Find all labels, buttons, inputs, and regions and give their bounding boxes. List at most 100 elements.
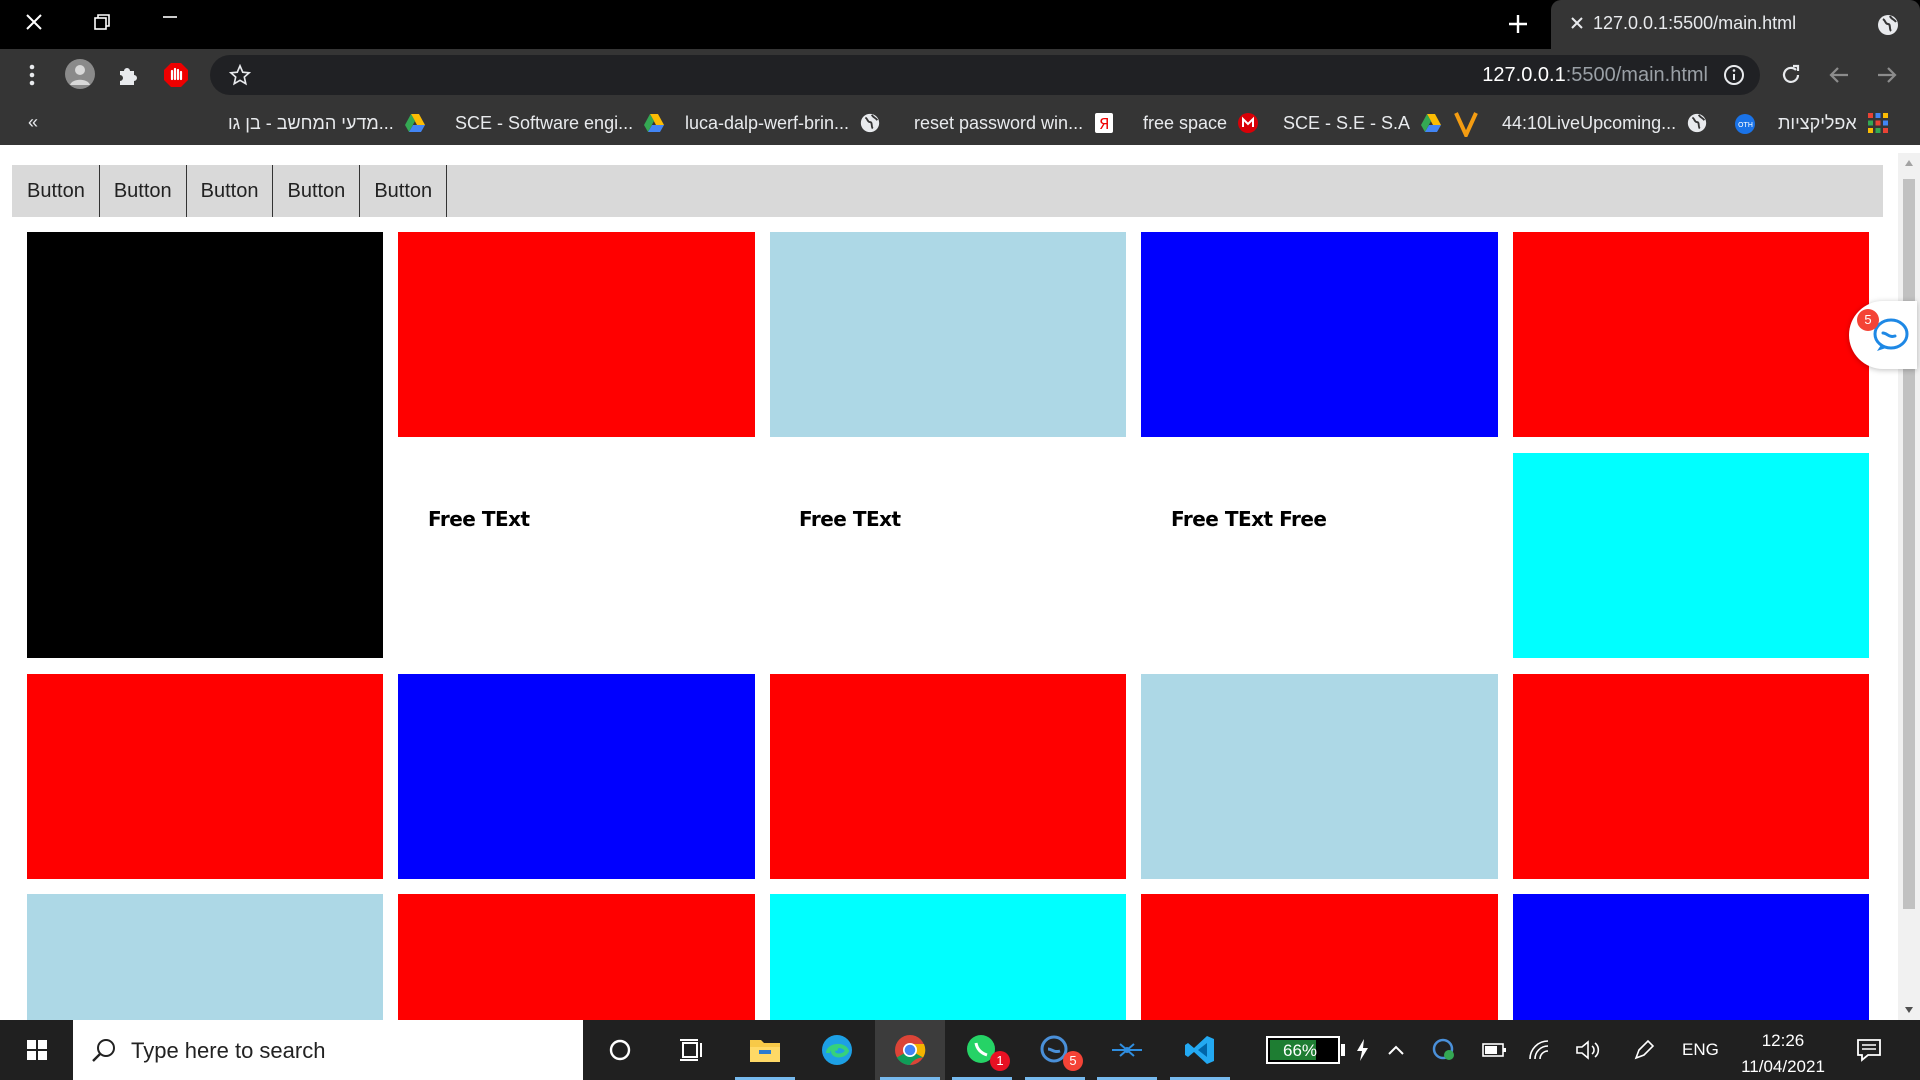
bookmark-label: SCE - S.E - S.A <box>1283 112 1411 133</box>
action-center-button[interactable] <box>1856 1020 1882 1080</box>
profile-avatar-button[interactable] <box>64 58 96 90</box>
kebab-menu-icon <box>29 64 35 86</box>
active-tab[interactable]: 127.0.0.1:5500/main.html <box>1551 0 1920 49</box>
new-tab-button[interactable] <box>1503 9 1533 39</box>
start-button[interactable] <box>2 1020 72 1080</box>
oth-extension-icon[interactable]: OTH <box>1734 113 1756 135</box>
scrollbar-thumb[interactable] <box>1903 179 1915 909</box>
grid-tile <box>27 674 383 879</box>
arrow-right-icon <box>1878 67 1897 83</box>
bookmark-item-sce-sa[interactable]: SCE - S.E - S.A <box>1283 112 1442 134</box>
clock-date: 11/04/2021 <box>1741 1057 1825 1076</box>
windows-taskbar: Type here to search 1 5 66% ENG 12:26 11… <box>0 1020 1920 1080</box>
bookmark-label: אפליקציות <box>1778 112 1857 133</box>
bookmark-label: מדעי המחשב - בן גו... <box>228 112 394 133</box>
grid-tile <box>1513 674 1869 879</box>
back-button[interactable] <box>1823 59 1855 91</box>
power-tray-button[interactable] <box>1481 1020 1507 1080</box>
bookmark-item-luca[interactable]: luca-dalp-werf-brin... <box>685 112 881 134</box>
adblock-extension-button[interactable] <box>160 59 192 91</box>
task-view-button[interactable] <box>657 1020 727 1080</box>
bookmark-item-apps[interactable]: אפליקציות <box>1778 112 1889 134</box>
grid-tile <box>398 894 755 1020</box>
restore-window-button[interactable] <box>68 0 136 44</box>
wifi-tray-button[interactable] <box>1528 1020 1554 1080</box>
reload-icon <box>1782 64 1800 83</box>
grid-tile <box>770 232 1126 437</box>
taskbar-whatsapp[interactable]: 1 <box>947 1020 1017 1080</box>
taskbar-search-box[interactable]: Type here to search <box>73 1020 583 1080</box>
chat-widget-button[interactable]: 5 <box>1849 301 1917 369</box>
scroll-down-arrow-icon[interactable] <box>1904 1006 1914 1014</box>
bookmark-label: SCE - Software engi... <box>455 112 634 133</box>
page-scrollbar[interactable] <box>1898 153 1920 1020</box>
windows-logo-icon <box>27 1040 47 1060</box>
bookmark-item-cs-bgu[interactable]: מדעי המחשב - בן גו... <box>228 112 426 134</box>
close-icon <box>26 14 42 30</box>
grid-tile <box>27 232 383 658</box>
grid-tile <box>770 894 1126 1020</box>
restore-icon <box>94 14 110 30</box>
forward-button[interactable] <box>1871 59 1903 91</box>
page-button-1[interactable]: Button <box>12 165 100 217</box>
adblock-hand-icon <box>164 63 188 87</box>
search-icon <box>92 1039 115 1062</box>
bookmarks-overflow-button[interactable]: « <box>28 112 38 133</box>
reload-button[interactable] <box>1775 59 1807 91</box>
extensions-button[interactable] <box>112 59 144 91</box>
tab-close-icon[interactable] <box>1569 15 1585 31</box>
taskbar-clock[interactable]: 12:26 11/04/2021 <box>1718 1028 1848 1080</box>
info-icon <box>1724 65 1744 85</box>
chat-tray-icon <box>1432 1038 1454 1060</box>
battery-tip <box>1341 1044 1345 1056</box>
bookmark-label: 44:10LiveUpcoming... <box>1502 112 1677 133</box>
chat-notification-badge: 5 <box>1857 309 1879 331</box>
grid-tile <box>1513 232 1869 437</box>
bookmark-star-button[interactable] <box>224 59 256 91</box>
bookmark-item-reset-password[interactable]: reset password win... Я <box>914 112 1115 134</box>
battery-plug-icon <box>1482 1043 1506 1057</box>
address-bar[interactable]: 127.0.0.1:5500/main.html <box>210 55 1760 95</box>
globe-icon <box>860 113 880 133</box>
browser-menu-button[interactable] <box>16 59 48 91</box>
bookmark-item-live-upcoming[interactable]: 44:10LiveUpcoming... <box>1502 112 1708 134</box>
url-text[interactable]: 127.0.0.1:5500/main.html <box>1482 64 1708 87</box>
page-button-3[interactable]: Button <box>187 165 274 217</box>
pen-tray-button[interactable] <box>1632 1020 1656 1080</box>
scroll-up-arrow-icon[interactable] <box>1904 159 1914 167</box>
bookmark-item-sce-software[interactable]: SCE - Software engi... <box>455 112 665 134</box>
battery-indicator[interactable]: 66% <box>1266 1020 1369 1080</box>
site-info-button[interactable] <box>1718 59 1750 91</box>
page-button-5[interactable]: Button <box>360 165 448 217</box>
taskbar-chrome[interactable] <box>875 1020 945 1080</box>
battery-icon: 66% <box>1266 1036 1340 1064</box>
star-icon <box>229 64 251 86</box>
web-page-viewport: Button Button Button Button Button Free … <box>0 153 1898 1020</box>
taskbar-vscode[interactable] <box>1165 1020 1235 1080</box>
volume-tray-button[interactable] <box>1575 1020 1601 1080</box>
wifi-icon <box>1529 1040 1549 1060</box>
input-language-button[interactable]: ENG <box>1682 1020 1719 1080</box>
grid-tile <box>1513 894 1869 1020</box>
page-button-4[interactable]: Button <box>273 165 361 217</box>
taskbar-network-app[interactable] <box>1092 1020 1162 1080</box>
minimize-window-button[interactable] <box>136 0 204 44</box>
tray-app-icon[interactable] <box>1432 1020 1456 1080</box>
bookmark-item-free-space[interactable]: free space <box>1143 112 1259 134</box>
browser-title-bar: 127.0.0.1:5500/main.html <box>0 0 1920 49</box>
close-window-button[interactable] <box>0 0 68 44</box>
vlc-v-icon[interactable] <box>1454 111 1478 137</box>
cortana-button[interactable] <box>585 1020 655 1080</box>
google-drive-icon <box>644 114 665 132</box>
avatar <box>65 59 95 89</box>
grid-tile <box>1141 674 1498 879</box>
taskbar-chat-app[interactable]: 5 <box>1020 1020 1090 1080</box>
yandex-icon: Я <box>1095 113 1114 133</box>
whatsapp-badge: 1 <box>990 1051 1010 1071</box>
taskbar-edge[interactable] <box>802 1020 872 1080</box>
taskbar-file-explorer[interactable] <box>730 1020 800 1080</box>
network-graph-icon <box>1112 1043 1142 1057</box>
show-hidden-icons-button[interactable] <box>1387 1020 1405 1080</box>
page-button-2[interactable]: Button <box>100 165 187 217</box>
free-text-2: Free TExt <box>799 507 901 531</box>
